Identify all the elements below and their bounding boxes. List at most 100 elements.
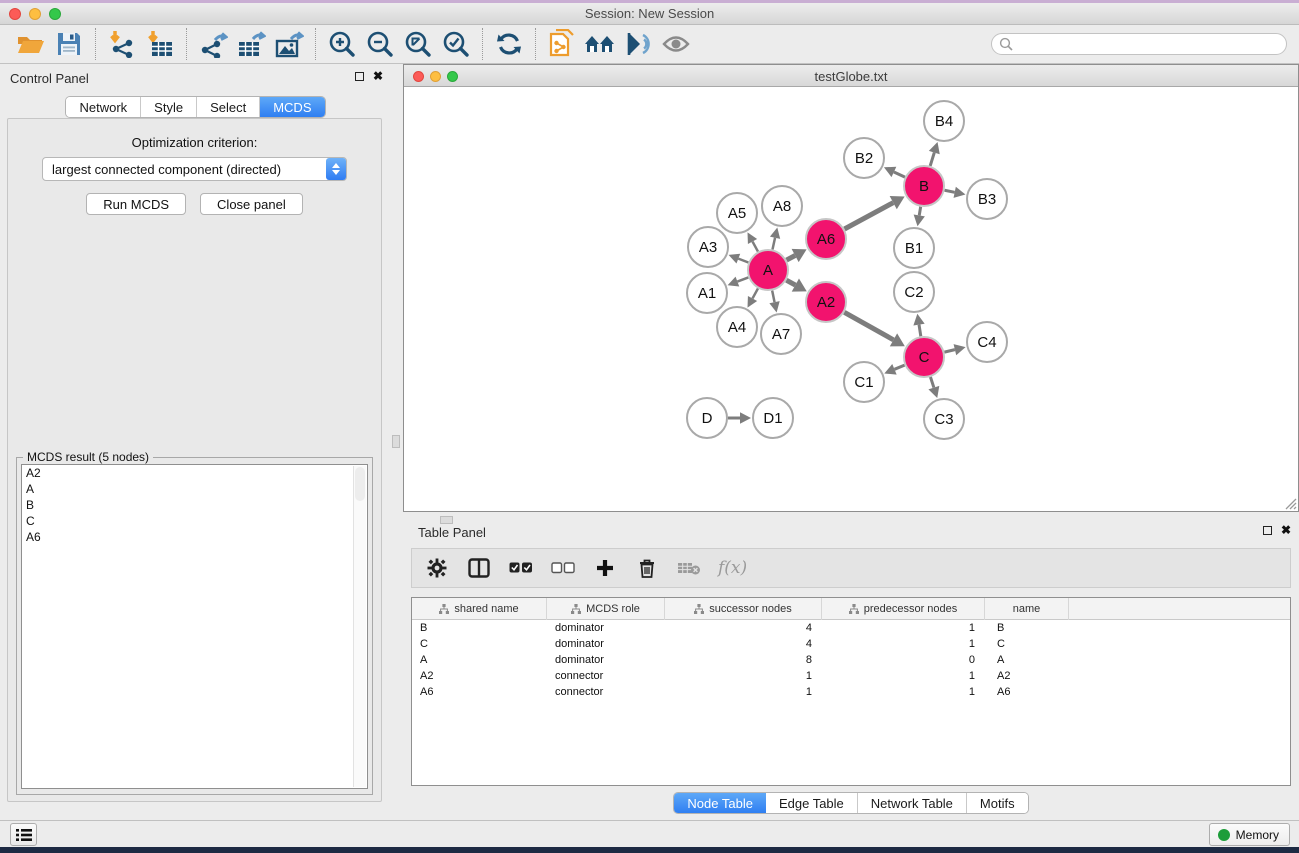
edge-C-C2[interactable] bbox=[913, 314, 924, 337]
graphics-details-button[interactable] bbox=[619, 28, 657, 60]
table-row[interactable]: A6connector11A6 bbox=[412, 684, 1290, 700]
float-panel-icon[interactable] bbox=[355, 72, 364, 81]
edge-C-C3[interactable] bbox=[928, 377, 939, 398]
mcds-result-item[interactable]: A2 bbox=[22, 465, 367, 481]
network-node-A6[interactable]: A6 bbox=[806, 219, 846, 259]
export-table-button[interactable] bbox=[232, 28, 270, 60]
import-network-button[interactable] bbox=[103, 28, 141, 60]
column-header-name[interactable]: name bbox=[985, 598, 1069, 620]
search-box[interactable] bbox=[991, 33, 1287, 55]
mcds-result-item[interactable]: A bbox=[22, 481, 367, 497]
float-panel-icon[interactable] bbox=[1263, 526, 1272, 535]
save-session-button[interactable] bbox=[50, 28, 88, 60]
tab-edge-table[interactable]: Edge Table bbox=[766, 793, 858, 813]
edge-A-A5[interactable] bbox=[748, 232, 758, 251]
network-node-A4[interactable]: A4 bbox=[717, 307, 757, 347]
edge-A-A1[interactable] bbox=[728, 277, 749, 287]
edge-C-C1[interactable] bbox=[884, 364, 904, 375]
zoom-selected-button[interactable] bbox=[437, 28, 475, 60]
export-image-button[interactable] bbox=[270, 28, 308, 60]
network-node-C1[interactable]: C1 bbox=[844, 362, 884, 402]
network-from-selection-button[interactable] bbox=[543, 28, 581, 60]
network-node-C[interactable]: C bbox=[904, 337, 944, 377]
table-options-button[interactable] bbox=[424, 555, 450, 581]
network-node-C2[interactable]: C2 bbox=[894, 272, 934, 312]
edge-A-A7[interactable] bbox=[769, 291, 779, 313]
delete-columns-button[interactable] bbox=[634, 555, 660, 581]
column-header-successor-nodes[interactable]: successor nodes bbox=[665, 598, 822, 620]
zoom-fit-button[interactable] bbox=[399, 28, 437, 60]
split-handle[interactable] bbox=[392, 435, 400, 448]
edge-A6-B[interactable] bbox=[844, 196, 904, 229]
network-node-A2[interactable]: A2 bbox=[806, 282, 846, 322]
select-all-button[interactable] bbox=[508, 555, 534, 581]
mcds-result-item[interactable]: A6 bbox=[22, 529, 367, 545]
mcds-result-list[interactable]: A2ABCA6 bbox=[21, 464, 368, 789]
network-node-A[interactable]: A bbox=[748, 250, 788, 290]
network-node-A7[interactable]: A7 bbox=[761, 314, 801, 354]
table-row[interactable]: Adominator80A bbox=[412, 652, 1290, 668]
task-history-button[interactable] bbox=[10, 823, 37, 846]
tab-select[interactable]: Select bbox=[197, 97, 260, 117]
column-header-MCDS-role[interactable]: MCDS role bbox=[547, 598, 665, 620]
mcds-result-item[interactable]: C bbox=[22, 513, 367, 529]
deselect-all-button[interactable] bbox=[550, 555, 576, 581]
edge-C-C4[interactable] bbox=[944, 344, 965, 355]
tab-style[interactable]: Style bbox=[141, 97, 197, 117]
apply-layout-button[interactable] bbox=[490, 28, 528, 60]
table-row[interactable]: Cdominator41C bbox=[412, 636, 1290, 652]
open-file-button[interactable] bbox=[12, 28, 50, 60]
network-node-A8[interactable]: A8 bbox=[762, 186, 802, 226]
network-node-C4[interactable]: C4 bbox=[967, 322, 1007, 362]
network-node-B[interactable]: B bbox=[904, 166, 944, 206]
tab-motifs[interactable]: Motifs bbox=[967, 793, 1028, 813]
network-node-D[interactable]: D bbox=[687, 398, 727, 438]
show-columns-button[interactable] bbox=[466, 555, 492, 581]
edge-B-B3[interactable] bbox=[945, 187, 966, 198]
import-table-button[interactable] bbox=[141, 28, 179, 60]
network-node-B4[interactable]: B4 bbox=[924, 101, 964, 141]
column-header-shared-name[interactable]: shared name bbox=[412, 598, 547, 620]
function-builder-button[interactable]: f(x) bbox=[718, 558, 747, 578]
tab-network-table[interactable]: Network Table bbox=[858, 793, 967, 813]
mcds-result-item[interactable]: B bbox=[22, 497, 367, 513]
network-node-B2[interactable]: B2 bbox=[844, 138, 884, 178]
edge-A2-C[interactable] bbox=[844, 312, 905, 346]
edge-A-A8[interactable] bbox=[770, 227, 780, 249]
network-node-B3[interactable]: B3 bbox=[967, 179, 1007, 219]
tab-mcds[interactable]: MCDS bbox=[260, 97, 324, 117]
run-mcds-button[interactable]: Run MCDS bbox=[86, 193, 186, 215]
show-hide-button[interactable] bbox=[657, 28, 695, 60]
edge-B-B2[interactable] bbox=[884, 167, 905, 177]
window-titlebar[interactable]: Session: New Session bbox=[0, 3, 1299, 25]
close-panel-button[interactable]: Close panel bbox=[200, 193, 303, 215]
edge-D-D1[interactable] bbox=[728, 412, 751, 423]
delete-table-button[interactable] bbox=[676, 555, 702, 581]
edge-A-A3[interactable] bbox=[729, 254, 749, 264]
export-network-button[interactable] bbox=[194, 28, 232, 60]
edge-A-A4[interactable] bbox=[748, 288, 758, 307]
network-node-A5[interactable]: A5 bbox=[717, 193, 757, 233]
edge-B-B4[interactable] bbox=[929, 142, 940, 166]
memory-button[interactable]: Memory bbox=[1209, 823, 1290, 846]
tab-network[interactable]: Network bbox=[66, 97, 141, 117]
close-panel-icon[interactable]: ✖ bbox=[373, 71, 383, 82]
table-row[interactable]: A2connector11A2 bbox=[412, 668, 1290, 684]
zoom-in-button[interactable] bbox=[323, 28, 361, 60]
edge-A-A6[interactable] bbox=[787, 249, 807, 262]
first-neighbors-button[interactable] bbox=[581, 28, 619, 60]
scrollbar-thumb[interactable] bbox=[355, 467, 365, 501]
search-input[interactable] bbox=[1013, 35, 1279, 53]
edge-B-B1[interactable] bbox=[914, 207, 925, 227]
network-window-titlebar[interactable]: testGlobe.txt bbox=[404, 65, 1298, 87]
network-canvas[interactable]: B4B2BB3A8A5A6A3B1AC2A1A2A4A7C4CC1C3DD1 bbox=[404, 87, 1298, 511]
network-node-B1[interactable]: B1 bbox=[894, 228, 934, 268]
edge-A-A2[interactable] bbox=[786, 279, 806, 292]
add-column-button[interactable] bbox=[592, 555, 618, 581]
close-panel-icon[interactable]: ✖ bbox=[1281, 525, 1291, 536]
network-node-D1[interactable]: D1 bbox=[753, 398, 793, 438]
column-header-predecessor-nodes[interactable]: predecessor nodes bbox=[822, 598, 985, 620]
network-node-C3[interactable]: C3 bbox=[924, 399, 964, 439]
network-node-A1[interactable]: A1 bbox=[687, 273, 727, 313]
result-scrollbar[interactable] bbox=[353, 466, 366, 787]
